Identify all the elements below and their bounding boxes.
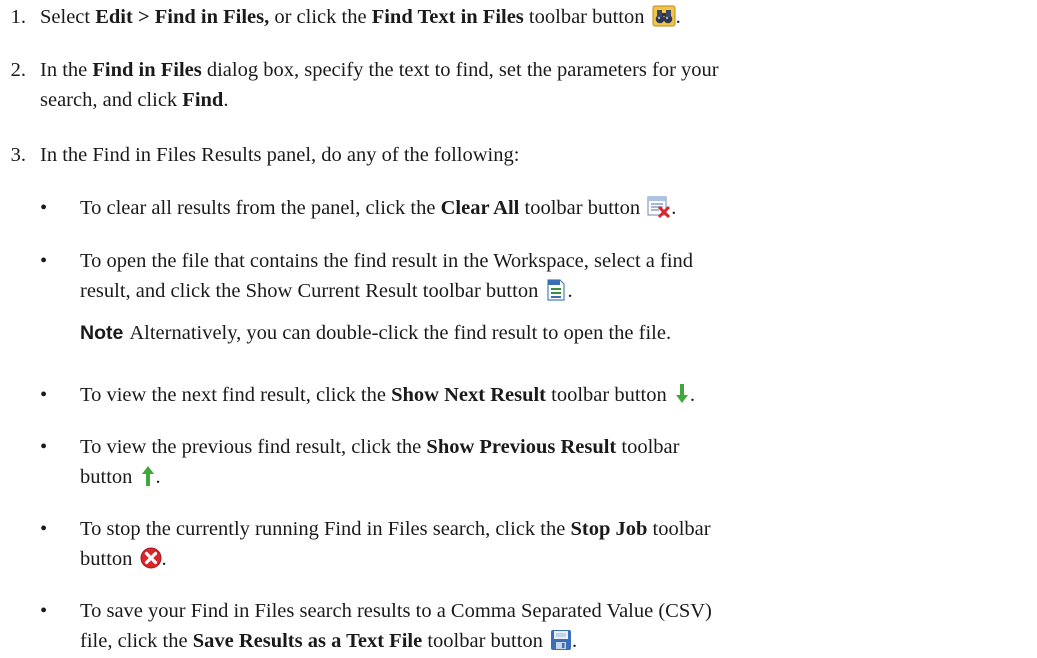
text-run: . [223,89,229,111]
text-run: button [80,466,133,488]
button-name: Save Results as a Text File [192,630,423,652]
bullet-symbol: • [40,250,48,272]
text-run: In the [40,59,93,81]
arrow-down-icon [674,383,690,405]
text-run: To save your Find in Files search result… [80,600,712,622]
step-text: Select Edit > Find in Files, or click th… [40,2,1030,32]
bullet-symbol: • [40,518,48,540]
text-run: search, and click [40,89,183,111]
text-run: result, and click the Show Current Resul… [80,280,539,302]
text-run: To view the next find result, click the [80,384,392,406]
binoculars-icon [652,5,676,27]
arrow-up-icon [140,465,156,487]
text-run: or click the [269,6,372,28]
bullet-symbol: • [40,197,48,219]
bullet-text: To view the previous find result, click … [80,432,1030,492]
save-icon [550,629,572,651]
text-run: toolbar button [546,384,667,406]
text-run: Select [40,6,96,28]
document-page: 1. Select Edit > Find in Files, or click… [0,0,1037,658]
text-run: toolbar button [519,197,641,219]
text-run: . [161,548,167,570]
text-run: To stop the currently running Find in Fi… [80,518,571,540]
text-run: toolbar button [422,630,543,652]
step-number: 3. [10,144,26,166]
bullet-text: To view the next find result, click the … [80,380,1030,410]
stop-icon [140,547,162,569]
text-run: toolbar [647,518,711,540]
button-name: Stop Job [570,518,648,540]
bullet-text: To stop the currently running Find in Fi… [80,514,1030,574]
bullet-text: To clear all results from the panel, cli… [80,193,1030,223]
bullet-symbol: • [40,384,48,406]
dialog-name: Find in Files [92,59,202,81]
text-run: To clear all results from the panel, cli… [80,197,441,219]
button-name: Clear All [440,197,520,219]
step-text: In the Find in Files dialog box, specify… [40,55,1030,115]
note: Note Alternatively, you can double-click … [80,318,1030,348]
bullet-text: To open the file that contains the find … [80,246,1030,306]
text-run: button [80,548,133,570]
button-name: Find Text in Files [371,6,524,28]
text-run: file, click the [80,630,193,652]
step-text: In the Find in Files Results panel, do a… [40,144,520,166]
text-run: . [567,280,573,302]
button-name: Find [182,89,224,111]
text-run: toolbar [616,436,680,458]
menu-path: Edit > Find in Files, [95,6,270,28]
step-number: 2. [10,59,26,81]
note-text: Alternatively, you can double-click the … [129,322,672,344]
text-run: To view the previous find result, click … [80,436,427,458]
step-number: 1. [10,6,26,28]
button-name: Show Next Result [391,384,547,406]
text-run: . [155,466,161,488]
button-name: Show Previous Result [426,436,617,458]
note-label: Note [80,322,124,344]
text-run: toolbar button [523,6,645,28]
text-run: . [671,197,677,219]
bullet-text: To save your Find in Files search result… [80,596,1030,656]
text-run: . [572,630,578,652]
text-run: . [675,6,681,28]
clear-all-icon [647,196,671,218]
text-run: To open the file that contains the find … [80,250,694,272]
bullet-symbol: • [40,600,48,622]
text-run: . [689,384,695,406]
bullet-symbol: • [40,436,48,458]
document-icon [545,279,567,301]
text-run: dialog box, specify the text to find, se… [201,59,719,81]
